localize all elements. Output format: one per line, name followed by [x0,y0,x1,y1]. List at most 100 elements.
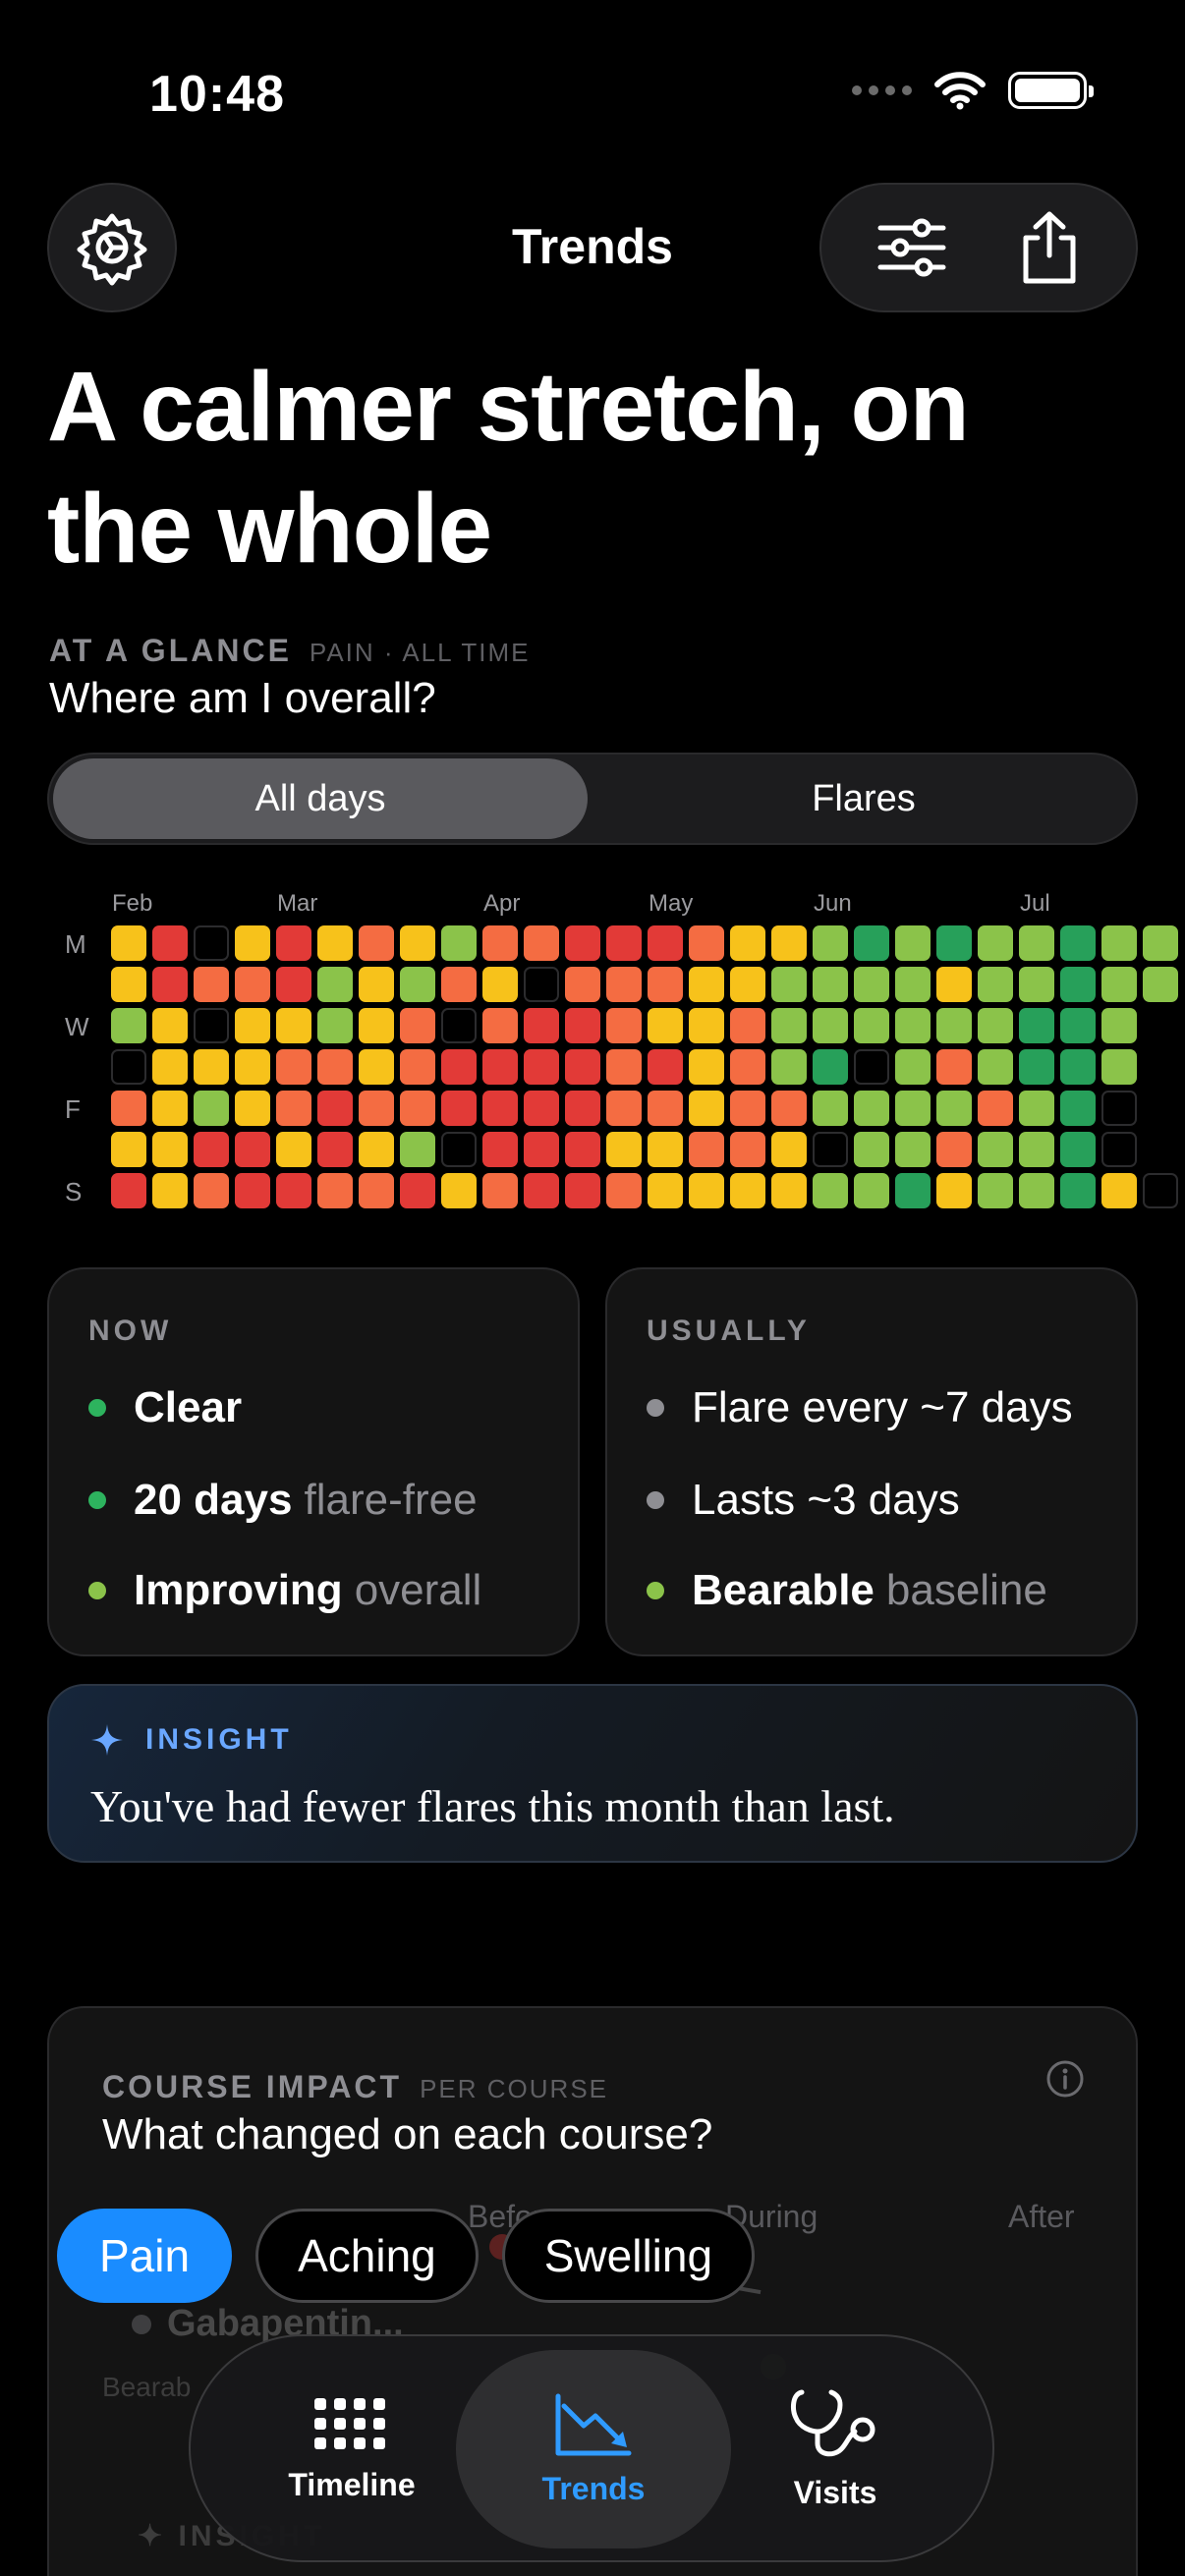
heatmap-cell [400,1132,435,1167]
heatmap-cell [1060,1173,1096,1208]
heatmap-cell [813,1049,848,1085]
heatmap-cell [235,1132,270,1167]
insight-header: INSIGHT [90,1723,293,1757]
heatmap-cell [524,1049,559,1085]
heatmap-cell [317,1049,353,1085]
heatmap-cell [276,967,311,1002]
heatmap-cell [854,1008,889,1043]
now-row: 20 days flare-free [88,1476,478,1525]
heatmap-cell [606,967,642,1002]
heatmap-cell [359,925,394,961]
heatmap-cell [648,1049,683,1085]
heatmap-cell [813,967,848,1002]
heatmap-cell [895,1049,931,1085]
glance-label-text: AT A GLANCE [49,633,292,668]
heatmap-cell [936,1049,972,1085]
heatmap-cell [1060,925,1096,961]
wifi-icon [934,72,986,110]
heatmap-cell [359,967,394,1002]
filter-sliders-icon[interactable] [876,216,947,279]
now-value: Clear [134,1383,243,1431]
month-label: Apr [483,890,521,917]
heatmap-cell [771,1008,807,1043]
info-icon[interactable] [1045,2059,1085,2099]
chip-aching[interactable]: Aching [255,2209,479,2303]
usually-value: Bearable [692,1566,875,1614]
course-sub: PER COURSE [420,2074,608,2103]
course-question: What changed on each course? [102,2110,713,2158]
heatmap-cell [524,925,559,961]
heatmap-cell [276,1091,311,1126]
heatmap-cell [730,1091,765,1126]
heatmap-cell [1101,1049,1137,1085]
usually-card: USUALLY Flare every ~7 days Lasts ~3 day… [605,1267,1138,1656]
tab-timeline[interactable]: Timeline [214,2350,489,2548]
tab-label: Trends [541,2470,646,2506]
heatmap-cell [441,1173,477,1208]
heatmap-cell [194,1008,229,1043]
heatmap-cell [152,1173,188,1208]
glance-sub: PAIN · ALL TIME [309,638,531,667]
sparkle-icon [91,1724,123,1756]
heatmap-cell [565,1049,600,1085]
heatmap-cell [1060,1049,1096,1085]
heatmap-cell [565,1008,600,1043]
heatmap-cell [194,1173,229,1208]
day-label: W [65,1012,89,1041]
heatmap-cell [276,1008,311,1043]
tab-trends[interactable]: Trends [456,2350,731,2548]
day-label: F [65,1094,81,1124]
insight-card[interactable]: INSIGHT You've had fewer flares this mon… [47,1684,1138,1863]
chip-swelling[interactable]: Swelling [501,2209,756,2303]
heatmap-cell [194,1091,229,1126]
heatmap-cell [235,1091,270,1126]
battery-icon [1008,72,1094,109]
usually-row: Bearable baseline [647,1566,1047,1615]
now-detail: overall [354,1566,482,1614]
segment-all-days[interactable]: All days [53,758,588,839]
month-label: Jul [1020,890,1050,917]
heatmap-cell [1101,1091,1137,1126]
heatmap-cell [936,1132,972,1167]
heatmap-cell [606,1091,642,1126]
heatmap-cell [606,1008,642,1043]
now-label: NOW [88,1315,173,1347]
heatmap-cell [936,967,972,1002]
heatmap-cell [813,1132,848,1167]
heatmap-cell [730,1049,765,1085]
heatmap-cell [441,967,477,1002]
glance-label: AT A GLANCE PAIN · ALL TIME [49,633,531,669]
heatmap-cell [648,925,683,961]
usually-detail: baseline [885,1566,1047,1614]
status-dot [88,1399,106,1417]
heatmap-cell [771,925,807,961]
course-label-text: COURSE IMPACT [102,2069,403,2104]
heatmap-cell [648,1008,683,1043]
segment-flares[interactable]: Flares [595,758,1132,839]
heatmap-cell [730,1132,765,1167]
chip-pain[interactable]: Pain [57,2209,233,2303]
heatmap-cell [565,967,600,1002]
heatmap-cell [359,1091,394,1126]
now-value: Improving [134,1566,343,1614]
heatmap-cell [978,1008,1013,1043]
heatmap-cell [482,1049,518,1085]
usually-row: Flare every ~7 days [647,1383,1073,1432]
heatmap-cell [936,1091,972,1126]
trends-screen: 10:48 Trends A calmer stretch, on the wh… [0,0,1185,2576]
heatmap-cell [895,967,931,1002]
heatmap-cell [235,1008,270,1043]
heatmap-cell [771,1091,807,1126]
heatmap-cell [152,1132,188,1167]
tab-visits[interactable]: Visits [698,2350,973,2548]
usually-value: Lasts ~3 days [692,1476,960,1524]
heatmap-cell [771,1173,807,1208]
share-icon[interactable] [1018,210,1081,285]
heatmap-cell [730,1173,765,1208]
heatmap-cell [895,1173,931,1208]
heatmap-cell [813,1008,848,1043]
heatmap-cell [194,1049,229,1085]
heatmap-cell [1019,1008,1054,1043]
heatmap-cell [111,1008,146,1043]
heatmap-cell [1101,925,1137,961]
